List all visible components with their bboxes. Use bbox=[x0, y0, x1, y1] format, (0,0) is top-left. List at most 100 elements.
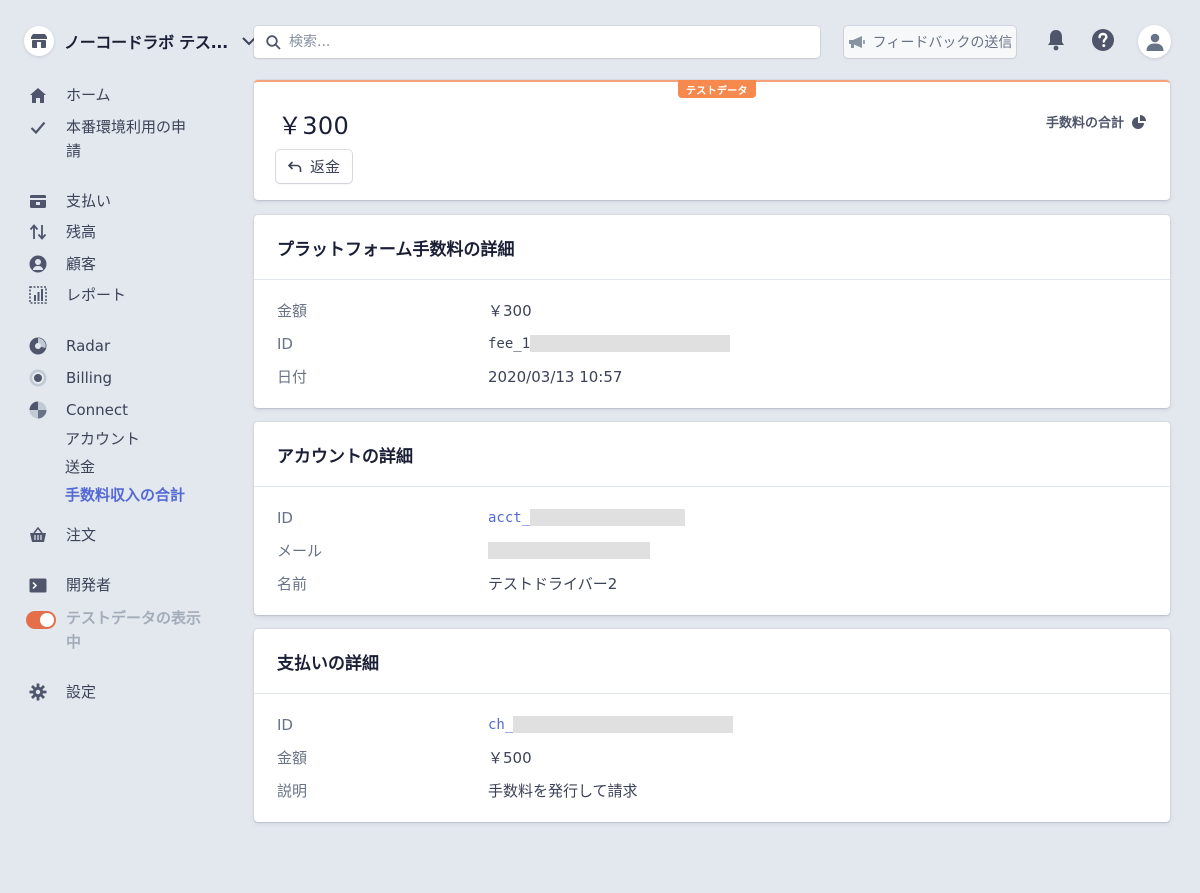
sidebar-item-label: 顧客 bbox=[66, 255, 97, 273]
sidebar-item-label: ホーム bbox=[66, 86, 111, 104]
test-data-label-line2: 中 bbox=[66, 633, 82, 651]
account-name: ノーコードラボ テス... bbox=[64, 33, 228, 52]
bell-icon[interactable] bbox=[1043, 27, 1069, 53]
account-id-link[interactable]: acct_ bbox=[488, 509, 686, 526]
section-title: アカウントの詳細 bbox=[254, 422, 1170, 487]
test-data-toggle[interactable]: テストデータの表示中 bbox=[26, 606, 201, 654]
account-switcher[interactable]: ノーコードラボ テス... bbox=[24, 24, 256, 58]
platform-fee-details-card: プラットフォーム手数料の詳細 金額 ￥300 ID fee_1 日付 2020/… bbox=[254, 215, 1170, 408]
sidebar-item-label: 注文 bbox=[66, 526, 97, 544]
sidebar-item-connect[interactable]: Connect bbox=[28, 398, 128, 422]
store-icon bbox=[24, 26, 54, 56]
sidebar-item-radar[interactable]: Radar bbox=[28, 334, 110, 358]
basket-icon bbox=[28, 523, 48, 547]
detail-key: 名前 bbox=[277, 575, 308, 593]
refund-button[interactable]: 返金 bbox=[276, 150, 352, 183]
detail-value: 手数料を発行して請求 bbox=[488, 782, 638, 800]
detail-row: ID acct_ bbox=[254, 501, 1170, 534]
detail-row: ID ch_ bbox=[254, 708, 1170, 741]
detail-key: ID bbox=[277, 508, 293, 527]
report-icon bbox=[28, 283, 48, 307]
sidebar-item-developers[interactable]: 開発者 bbox=[28, 573, 111, 597]
sidebar-item-label: Billing bbox=[66, 369, 112, 387]
search-box[interactable] bbox=[254, 26, 820, 58]
feedback-button[interactable]: フィードバックの送信 bbox=[844, 26, 1016, 58]
sidebar-item-label-line1: 本番環境利用の申 bbox=[66, 118, 187, 136]
sidebar-item-settings[interactable]: 設定 bbox=[28, 680, 96, 704]
sidebar-item-home[interactable]: ホーム bbox=[28, 83, 111, 107]
sidebar-item-orders[interactable]: 注文 bbox=[28, 523, 96, 547]
sidebar-item-balance[interactable]: 残高 bbox=[28, 220, 96, 244]
sidebar-item-payments[interactable]: 支払い bbox=[28, 189, 111, 213]
check-icon bbox=[28, 115, 48, 139]
gear-icon bbox=[28, 680, 48, 704]
sidebar-item-reports[interactable]: レポート bbox=[28, 283, 126, 307]
sidebar-sub-accounts[interactable]: アカウント bbox=[65, 428, 140, 450]
detail-key: 日付 bbox=[277, 368, 308, 386]
balance-arrows-icon bbox=[28, 220, 48, 244]
megaphone-icon bbox=[848, 35, 866, 49]
detail-row: ID fee_1 bbox=[254, 327, 1170, 360]
fee-total-label: 手数料の合計 bbox=[1045, 116, 1124, 131]
detail-key: ID bbox=[277, 715, 293, 734]
sidebar-item-label: 支払い bbox=[66, 192, 112, 210]
refund-label: 返金 bbox=[309, 158, 340, 176]
search-icon bbox=[266, 34, 281, 50]
sidebar-item-customers[interactable]: 顧客 bbox=[28, 252, 96, 276]
detail-key: 金額 bbox=[277, 302, 308, 320]
connect-icon bbox=[28, 398, 48, 422]
detail-row: 金額 ￥300 bbox=[254, 294, 1170, 327]
user-avatar[interactable] bbox=[1138, 25, 1171, 58]
fee-id-prefix: fee_1 bbox=[488, 335, 531, 352]
undo-arrow-icon bbox=[287, 160, 302, 173]
detail-row: 名前 テストドライバー2 bbox=[254, 567, 1170, 600]
pie-chart-icon bbox=[1132, 114, 1146, 129]
sidebar-item-label: 本番環境利用の申請 bbox=[66, 115, 186, 163]
section-title: プラットフォーム手数料の詳細 bbox=[254, 215, 1170, 280]
detail-row: メール bbox=[254, 534, 1170, 567]
toggle-switch[interactable] bbox=[26, 606, 56, 630]
detail-value: 2020/03/13 10:57 bbox=[488, 367, 623, 386]
sidebar-sub-transfers[interactable]: 送金 bbox=[65, 456, 95, 478]
terminal-icon bbox=[28, 573, 48, 597]
sidebar-item-label: 残高 bbox=[66, 223, 97, 241]
redacted-block bbox=[530, 509, 686, 526]
redacted-block bbox=[488, 542, 650, 559]
sidebar-item-billing[interactable]: Billing bbox=[28, 366, 112, 390]
sidebar-item-label: Connect bbox=[66, 401, 129, 419]
payments-icon bbox=[28, 189, 48, 213]
sidebar-item-label: Radar bbox=[66, 337, 111, 355]
detail-row: 金額 ￥500 bbox=[254, 741, 1170, 774]
detail-row: 日付 2020/03/13 10:57 bbox=[254, 360, 1170, 393]
detail-key: 金額 bbox=[277, 749, 308, 767]
sidebar-item-label: レポート bbox=[66, 286, 127, 304]
sidebar-item-label-line2: 請 bbox=[66, 142, 82, 160]
test-data-toggle-label: テストデータの表示中 bbox=[66, 606, 201, 654]
test-data-badge: テストデータ bbox=[678, 80, 756, 98]
feedback-label: フィードバックの送信 bbox=[872, 35, 1013, 51]
search-input[interactable] bbox=[289, 34, 789, 50]
redacted-block bbox=[530, 335, 731, 352]
detail-key: 説明 bbox=[277, 782, 308, 800]
customer-icon bbox=[28, 252, 48, 276]
fee-summary-card: テストデータ ￥300 返金 手数料の合計 bbox=[254, 80, 1170, 200]
detail-value: ￥300 bbox=[488, 302, 532, 320]
home-icon bbox=[28, 83, 48, 107]
account-details-card: アカウントの詳細 ID acct_ メール 名前 テストドライバー2 bbox=[254, 422, 1170, 615]
detail-key: ID bbox=[277, 334, 293, 353]
sidebar-sub-collected-fees[interactable]: 手数料収入の合計 bbox=[65, 484, 185, 506]
redacted-block bbox=[513, 716, 734, 733]
charge-id-link[interactable]: ch_ bbox=[488, 716, 734, 733]
payment-details-card: 支払いの詳細 ID ch_ 金額 ￥500 説明 手数料を発行して請求 bbox=[254, 629, 1170, 822]
detail-key: メール bbox=[277, 542, 323, 560]
sidebar-item-production-request[interactable]: 本番環境利用の申請 bbox=[28, 115, 186, 163]
charge-id-prefix: ch_ bbox=[488, 716, 514, 733]
fee-total-link[interactable]: 手数料の合計 bbox=[1046, 112, 1146, 131]
sidebar-item-label: 開発者 bbox=[66, 576, 112, 594]
detail-row: 説明 手数料を発行して請求 bbox=[254, 774, 1170, 807]
section-title: 支払いの詳細 bbox=[254, 629, 1170, 694]
help-icon[interactable] bbox=[1090, 27, 1116, 53]
billing-icon bbox=[28, 366, 48, 390]
test-data-label-line1: テストデータの表示 bbox=[66, 609, 202, 627]
detail-value: テストドライバー2 bbox=[488, 575, 618, 593]
